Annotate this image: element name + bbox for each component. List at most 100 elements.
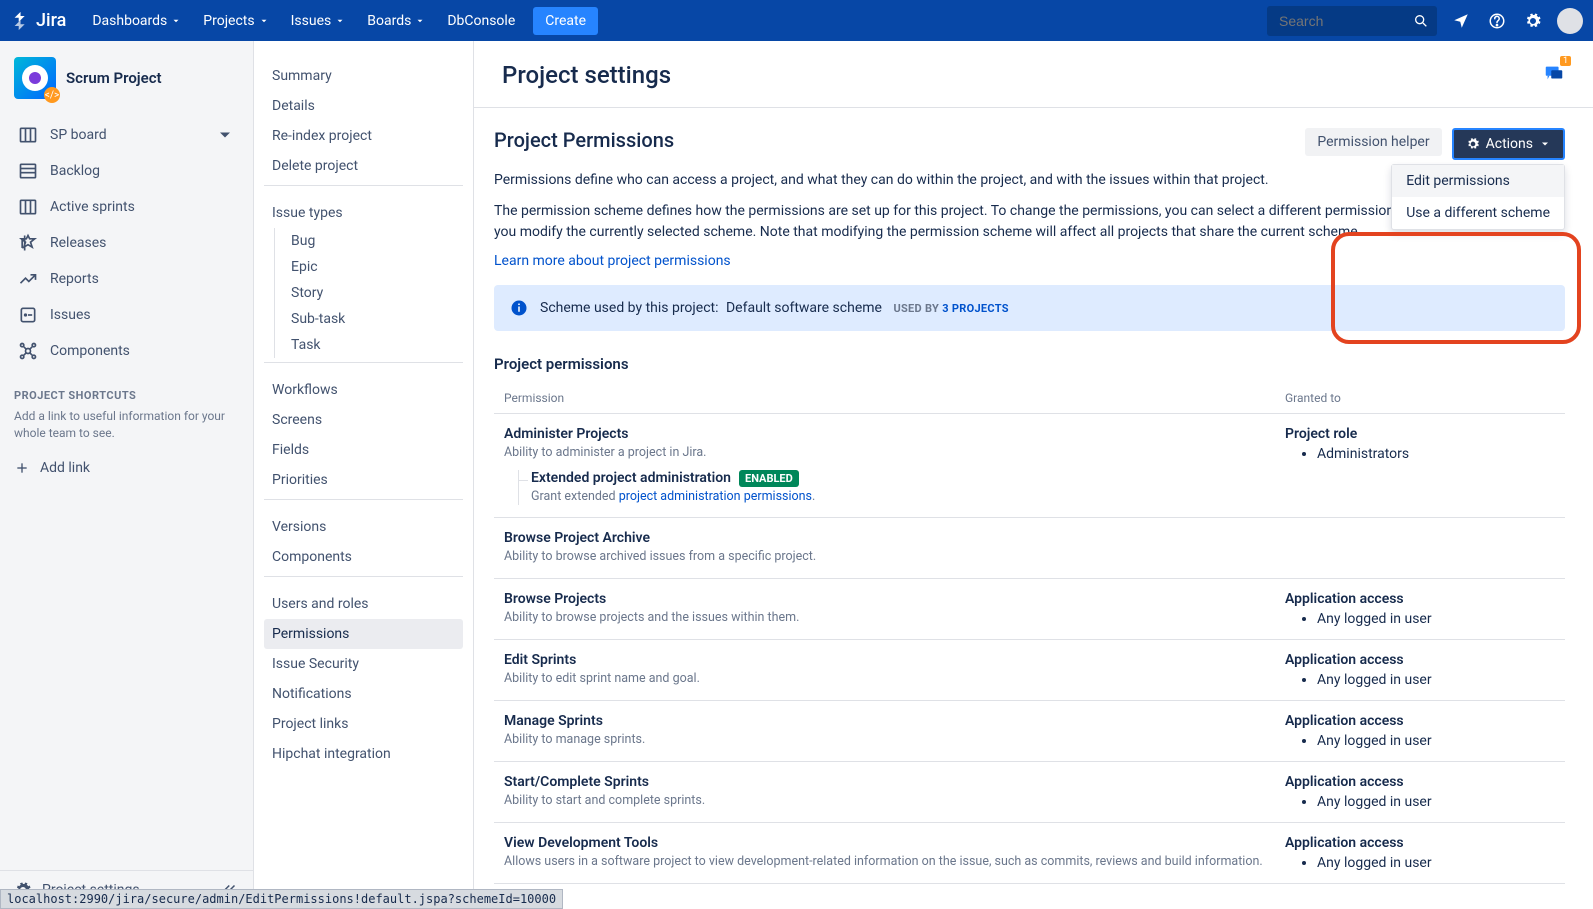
permission-name: Edit Sprints [504, 652, 1285, 668]
grant-title: Application access [1285, 713, 1565, 729]
col-granted-header: Granted to [1285, 391, 1565, 405]
panel-actions: Permission helper Actions Edit permissio… [1305, 128, 1565, 160]
banner-used-by-count[interactable]: 3 PROJECTS [942, 302, 1009, 315]
nav-item-issues[interactable]: Issues [281, 7, 356, 35]
settings-link-issuetype-epic[interactable]: Epic [283, 254, 463, 280]
sidebar-icon [18, 341, 38, 361]
sidebar-icon [18, 305, 38, 325]
permissions-section: Project permissions Permission Granted t… [494, 355, 1565, 884]
settings-link-versions[interactable]: Versions [264, 512, 463, 542]
settings-link-issuetype-sub-task[interactable]: Sub-task [283, 306, 463, 332]
sidebar-item-active-sprints[interactable]: Active sprints [8, 189, 245, 225]
shortcuts-text: Add a link to useful information for you… [0, 408, 253, 452]
sidebar-item-backlog[interactable]: Backlog [8, 153, 245, 189]
sidebar-item-components[interactable]: Components [8, 333, 245, 369]
permissions-table-header: Permission Granted to [494, 383, 1565, 414]
settings-link-details[interactable]: Details [264, 91, 463, 121]
chevron-down-icon [335, 16, 345, 26]
feedback-button[interactable]: 1 [1543, 62, 1565, 88]
settings-link-project-links[interactable]: Project links [264, 709, 463, 739]
help-icon[interactable] [1485, 9, 1509, 33]
project-type-badge-icon: </> [44, 87, 60, 103]
settings-link-summary[interactable]: Summary [264, 61, 463, 91]
nav-item-boards[interactable]: Boards [357, 7, 435, 35]
settings-link-components[interactable]: Components [264, 542, 463, 572]
plus-icon [14, 460, 30, 476]
settings-link-notifications[interactable]: Notifications [264, 679, 463, 709]
banner-label: Scheme used by this project: [540, 300, 719, 316]
settings-link-priorities[interactable]: Priorities [264, 465, 463, 495]
settings-icon[interactable] [1521, 9, 1545, 33]
scheme-banner: Scheme used by this project: Default sof… [494, 285, 1565, 331]
user-avatar[interactable] [1557, 8, 1583, 34]
actions-button[interactable]: Actions [1452, 128, 1565, 160]
chevron-down-icon [259, 16, 269, 26]
grant-title: Application access [1285, 774, 1565, 790]
sidebar-item-reports[interactable]: Reports [8, 261, 245, 297]
settings-link-issuetype-bug[interactable]: Bug [283, 228, 463, 254]
nav-item-dashboards[interactable]: Dashboards [82, 7, 191, 35]
panel-desc-1: Permissions define who can access a proj… [494, 170, 1474, 191]
permission-helper-button[interactable]: Permission helper [1305, 128, 1441, 156]
feedback-badge: 1 [1560, 56, 1571, 66]
permission-desc: Ability to start and complete sprints. [504, 792, 1285, 810]
sidebar: </> Scrum Project SP board BacklogActive… [0, 41, 254, 909]
grant-item: Any logged in user [1317, 733, 1565, 749]
settings-link-issue-security[interactable]: Issue Security [264, 649, 463, 679]
settings-link-issuetype-story[interactable]: Story [283, 280, 463, 306]
col-permission-header: Permission [494, 391, 1285, 405]
settings-heading-issue-types[interactable]: Issue types [264, 198, 463, 228]
grant-item: Any logged in user [1317, 611, 1565, 627]
grant-title: Application access [1285, 591, 1565, 607]
jira-logo[interactable]: Jira [10, 10, 66, 32]
permission-row: Start/Complete Sprints Ability to start … [494, 762, 1565, 823]
gear-icon [1466, 137, 1480, 151]
sidebar-item-releases[interactable]: Releases [8, 225, 245, 261]
settings-link-permissions[interactable]: Permissions [264, 619, 463, 649]
chevron-down-icon [1539, 138, 1551, 150]
permission-desc: Ability to edit sprint name and goal. [504, 670, 1285, 688]
dropdown-item-use-a-different-scheme[interactable]: Use a different scheme [1392, 197, 1564, 229]
project-admin-permissions-link[interactable]: project administration permissions [619, 489, 812, 504]
nav-item-dbconsole[interactable]: DbConsole [437, 7, 525, 35]
settings-link-users-and-roles[interactable]: Users and roles [264, 589, 463, 619]
settings-link-hipchat-integration[interactable]: Hipchat integration [264, 739, 463, 769]
permission-row: Administer Projects Ability to administe… [494, 414, 1565, 518]
permission-desc: Ability to manage sprints. [504, 731, 1285, 749]
permission-name: Start/Complete Sprints [504, 774, 1285, 790]
permission-desc: Ability to browse archived issues from a… [504, 548, 1285, 566]
permissions-section-title: Project permissions [494, 355, 1565, 373]
notifications-icon[interactable] [1449, 9, 1473, 33]
grant-title: Application access [1285, 652, 1565, 668]
sidebar-icon [18, 161, 38, 181]
permission-name: Manage Sprints [504, 713, 1285, 729]
panel-desc-2: The permission scheme defines how the pe… [494, 201, 1474, 243]
actions-label: Actions [1486, 136, 1533, 152]
enabled-badge: ENABLED [739, 470, 799, 487]
permission-name: Administer Projects [504, 426, 1285, 442]
grant-item: Any logged in user [1317, 672, 1565, 688]
nav-items: DashboardsProjectsIssuesBoardsDbConsole [82, 7, 525, 35]
settings-link-screens[interactable]: Screens [264, 405, 463, 435]
page-title: Project settings [502, 61, 671, 89]
banner-used-by-label: USED BY [893, 302, 939, 315]
settings-nav: SummaryDetailsRe-index projectDelete pro… [254, 41, 474, 909]
settings-link-re-index-project[interactable]: Re-index project [264, 121, 463, 151]
jira-logo-text: Jira [36, 10, 66, 31]
info-icon [510, 299, 528, 317]
sidebar-item-issues[interactable]: Issues [8, 297, 245, 333]
settings-link-fields[interactable]: Fields [264, 435, 463, 465]
search-input[interactable] [1267, 6, 1437, 36]
add-link-button[interactable]: Add link [0, 452, 253, 484]
grant-item: Administrators [1317, 446, 1565, 462]
settings-link-workflows[interactable]: Workflows [264, 375, 463, 405]
learn-more-link[interactable]: Learn more about project permissions [494, 253, 1565, 269]
project-header[interactable]: </> Scrum Project [0, 57, 253, 113]
create-button[interactable]: Create [533, 7, 598, 35]
board-selector[interactable]: SP board [8, 117, 245, 153]
settings-link-issuetype-task[interactable]: Task [283, 332, 463, 358]
nav-item-projects[interactable]: Projects [193, 7, 278, 35]
settings-link-delete-project[interactable]: Delete project [264, 151, 463, 181]
board-label: SP board [50, 127, 107, 143]
dropdown-item-edit-permissions[interactable]: Edit permissions [1392, 165, 1564, 197]
